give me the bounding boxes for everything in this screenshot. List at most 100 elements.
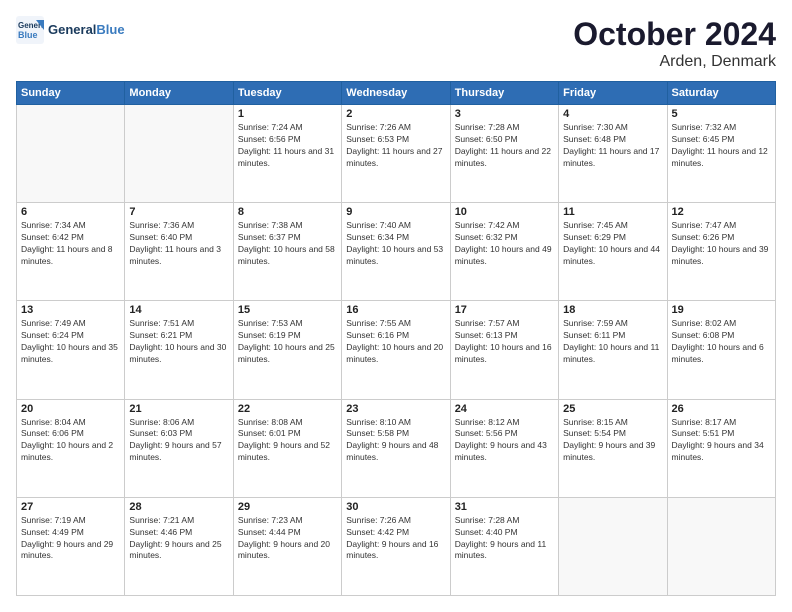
day-info: Sunrise: 8:02 AM Sunset: 6:08 PM Dayligh… xyxy=(672,318,771,366)
table-row: 3 Sunrise: 7:28 AM Sunset: 6:50 PM Daylig… xyxy=(450,105,558,203)
day-number: 24 xyxy=(455,403,554,415)
table-row: 9 Sunrise: 7:40 AM Sunset: 6:34 PM Daylig… xyxy=(342,203,450,301)
day-info: Sunrise: 7:19 AM Sunset: 4:49 PM Dayligh… xyxy=(21,515,120,563)
day-number: 5 xyxy=(672,108,771,120)
day-number: 23 xyxy=(346,403,445,415)
day-number: 8 xyxy=(238,206,337,218)
day-number: 4 xyxy=(563,108,662,120)
day-number: 16 xyxy=(346,304,445,316)
calendar-table: Sunday Monday Tuesday Wednesday Thursday… xyxy=(16,81,776,596)
day-info: Sunrise: 7:30 AM Sunset: 6:48 PM Dayligh… xyxy=(563,122,662,170)
col-monday: Monday xyxy=(125,82,233,105)
day-info: Sunrise: 7:26 AM Sunset: 4:42 PM Dayligh… xyxy=(346,515,445,563)
day-number: 26 xyxy=(672,403,771,415)
day-info: Sunrise: 8:17 AM Sunset: 5:51 PM Dayligh… xyxy=(672,417,771,465)
day-info: Sunrise: 7:57 AM Sunset: 6:13 PM Dayligh… xyxy=(455,318,554,366)
table-row: 27 Sunrise: 7:19 AM Sunset: 4:49 PM Dayli… xyxy=(17,497,125,595)
table-row: 18Sunrise: 7:59 AM Sunset: 6:11 PM Dayli… xyxy=(559,301,667,399)
day-number: 9 xyxy=(346,206,445,218)
table-row: 2 Sunrise: 7:26 AM Sunset: 6:53 PM Daylig… xyxy=(342,105,450,203)
day-info: Sunrise: 7:45 AM Sunset: 6:29 PM Dayligh… xyxy=(563,220,662,268)
day-number: 31 xyxy=(455,501,554,513)
day-info: Sunrise: 7:53 AM Sunset: 6:19 PM Dayligh… xyxy=(238,318,337,366)
table-row: 17 Sunrise: 7:57 AM Sunset: 6:13 PM Dayli… xyxy=(450,301,558,399)
table-row: 7Sunrise: 7:36 AM Sunset: 6:40 PM Daylig… xyxy=(125,203,233,301)
table-row: 25Sunrise: 8:15 AM Sunset: 5:54 PM Dayli… xyxy=(559,399,667,497)
day-number: 10 xyxy=(455,206,554,218)
day-number: 30 xyxy=(346,501,445,513)
day-number: 17 xyxy=(455,304,554,316)
day-number: 7 xyxy=(129,206,228,218)
day-info: Sunrise: 8:12 AM Sunset: 5:56 PM Dayligh… xyxy=(455,417,554,465)
table-row: 28 Sunrise: 7:21 AM Sunset: 4:46 PM Dayli… xyxy=(125,497,233,595)
svg-text:Blue: Blue xyxy=(18,30,38,40)
day-number: 11 xyxy=(563,206,662,218)
location: Arden, Denmark xyxy=(573,53,776,71)
table-row xyxy=(667,497,775,595)
calendar-week-row: 20Sunrise: 8:04 AM Sunset: 6:06 PM Dayli… xyxy=(17,399,776,497)
table-row: 22 Sunrise: 8:08 AM Sunset: 6:01 PM Dayli… xyxy=(233,399,341,497)
day-number: 3 xyxy=(455,108,554,120)
day-info: Sunrise: 8:10 AM Sunset: 5:58 PM Dayligh… xyxy=(346,417,445,465)
table-row: 11 Sunrise: 7:45 AM Sunset: 6:29 PM Dayli… xyxy=(559,203,667,301)
table-row: 19Sunrise: 8:02 AM Sunset: 6:08 PM Dayli… xyxy=(667,301,775,399)
day-info: Sunrise: 7:21 AM Sunset: 4:46 PM Dayligh… xyxy=(129,515,228,563)
logo-icon: General Blue xyxy=(16,16,44,44)
table-row: 5 Sunrise: 7:32 AM Sunset: 6:45 PM Daylig… xyxy=(667,105,775,203)
calendar-header-row: Sunday Monday Tuesday Wednesday Thursday… xyxy=(17,82,776,105)
day-info: Sunrise: 7:23 AM Sunset: 4:44 PM Dayligh… xyxy=(238,515,337,563)
table-row: 20Sunrise: 8:04 AM Sunset: 6:06 PM Dayli… xyxy=(17,399,125,497)
title-block: October 2024 Arden, Denmark xyxy=(573,16,776,71)
day-number: 2 xyxy=(346,108,445,120)
table-row: 4 Sunrise: 7:30 AM Sunset: 6:48 PM Daylig… xyxy=(559,105,667,203)
day-info: Sunrise: 7:28 AM Sunset: 4:40 PM Dayligh… xyxy=(455,515,554,563)
table-row: 12 Sunrise: 7:47 AM Sunset: 6:26 PM Dayli… xyxy=(667,203,775,301)
table-row: 26 Sunrise: 8:17 AM Sunset: 5:51 PM Dayli… xyxy=(667,399,775,497)
table-row: 15 Sunrise: 7:53 AM Sunset: 6:19 PM Dayli… xyxy=(233,301,341,399)
day-info: Sunrise: 7:47 AM Sunset: 6:26 PM Dayligh… xyxy=(672,220,771,268)
header: General Blue GeneralBlue October 2024 Ar… xyxy=(16,16,776,71)
table-row xyxy=(125,105,233,203)
day-number: 21 xyxy=(129,403,228,415)
day-info: Sunrise: 7:55 AM Sunset: 6:16 PM Dayligh… xyxy=(346,318,445,366)
day-number: 29 xyxy=(238,501,337,513)
day-info: Sunrise: 7:34 AM Sunset: 6:42 PM Dayligh… xyxy=(21,220,120,268)
day-info: Sunrise: 7:49 AM Sunset: 6:24 PM Dayligh… xyxy=(21,318,120,366)
day-number: 15 xyxy=(238,304,337,316)
logo: General Blue GeneralBlue xyxy=(16,16,125,44)
day-info: Sunrise: 7:42 AM Sunset: 6:32 PM Dayligh… xyxy=(455,220,554,268)
day-number: 14 xyxy=(129,304,228,316)
table-row: 23 Sunrise: 8:10 AM Sunset: 5:58 PM Dayli… xyxy=(342,399,450,497)
logo-blue: Blue xyxy=(96,22,124,37)
day-info: Sunrise: 7:24 AM Sunset: 6:56 PM Dayligh… xyxy=(238,122,337,170)
table-row: 31 Sunrise: 7:28 AM Sunset: 4:40 PM Dayli… xyxy=(450,497,558,595)
day-info: Sunrise: 8:06 AM Sunset: 6:03 PM Dayligh… xyxy=(129,417,228,465)
day-number: 27 xyxy=(21,501,120,513)
calendar-week-row: 6Sunrise: 7:34 AM Sunset: 6:42 PM Daylig… xyxy=(17,203,776,301)
day-info: Sunrise: 8:08 AM Sunset: 6:01 PM Dayligh… xyxy=(238,417,337,465)
day-number: 1 xyxy=(238,108,337,120)
day-info: Sunrise: 7:28 AM Sunset: 6:50 PM Dayligh… xyxy=(455,122,554,170)
table-row: 6Sunrise: 7:34 AM Sunset: 6:42 PM Daylig… xyxy=(17,203,125,301)
col-sunday: Sunday xyxy=(17,82,125,105)
day-info: Sunrise: 7:32 AM Sunset: 6:45 PM Dayligh… xyxy=(672,122,771,170)
day-number: 20 xyxy=(21,403,120,415)
day-number: 18 xyxy=(563,304,662,316)
day-number: 12 xyxy=(672,206,771,218)
page: General Blue GeneralBlue October 2024 Ar… xyxy=(0,0,792,612)
day-number: 22 xyxy=(238,403,337,415)
day-number: 13 xyxy=(21,304,120,316)
col-saturday: Saturday xyxy=(667,82,775,105)
table-row: 8 Sunrise: 7:38 AM Sunset: 6:37 PM Daylig… xyxy=(233,203,341,301)
table-row xyxy=(559,497,667,595)
day-number: 28 xyxy=(129,501,228,513)
table-row: 10 Sunrise: 7:42 AM Sunset: 6:32 PM Dayli… xyxy=(450,203,558,301)
table-row: 14Sunrise: 7:51 AM Sunset: 6:21 PM Dayli… xyxy=(125,301,233,399)
day-info: Sunrise: 7:38 AM Sunset: 6:37 PM Dayligh… xyxy=(238,220,337,268)
table-row xyxy=(17,105,125,203)
day-info: Sunrise: 7:40 AM Sunset: 6:34 PM Dayligh… xyxy=(346,220,445,268)
table-row: 21 Sunrise: 8:06 AM Sunset: 6:03 PM Dayli… xyxy=(125,399,233,497)
day-info: Sunrise: 7:26 AM Sunset: 6:53 PM Dayligh… xyxy=(346,122,445,170)
month-title: October 2024 xyxy=(573,16,776,53)
col-wednesday: Wednesday xyxy=(342,82,450,105)
